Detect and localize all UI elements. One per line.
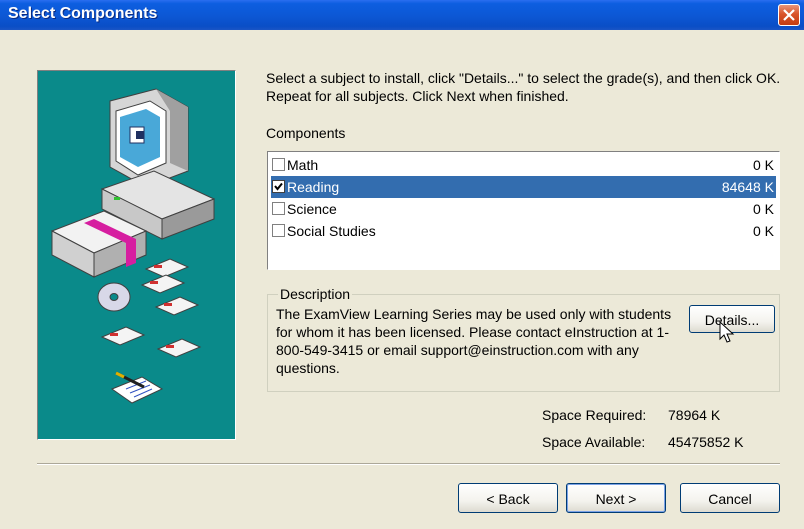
components-label: Components [266,125,346,141]
component-size: 84648 K [721,179,774,195]
installer-illustration [37,70,236,440]
description-label: Description [278,286,353,302]
component-size: 0 K [752,157,774,173]
space-available-label: Space Available: [542,434,646,450]
mouse-cursor-icon [719,321,735,343]
space-required-value: 78964 K [668,407,721,423]
list-item[interactable]: Math 0 K [271,154,776,176]
back-button[interactable]: < Back [458,483,558,513]
space-required-label: Space Required: [542,407,647,423]
checkbox[interactable] [272,202,285,215]
window-title: Select Components [8,5,158,22]
computer-illustration-icon [50,88,216,404]
component-name: Science [287,201,337,217]
close-icon [783,9,795,21]
checkmark-icon [274,182,283,191]
select-components-dialog: Select Components Select a subject to in… [0,0,804,529]
list-item[interactable]: Science 0 K [271,198,776,220]
close-button[interactable] [778,4,800,26]
description-text: The ExamView Learning Series may be used… [276,306,672,376]
title-bar[interactable]: Select Components [0,0,804,30]
checkbox[interactable] [272,180,285,193]
components-listbox[interactable]: Math 0 K Reading 84648 K Science 0 K Soc… [267,151,780,270]
component-name: Math [287,157,319,173]
cancel-button[interactable]: Cancel [680,483,780,513]
list-item[interactable]: Reading 84648 K [271,176,776,198]
checkbox[interactable] [272,158,285,171]
divider [37,463,780,465]
component-size: 0 K [752,223,774,239]
component-name: Social Studies [287,223,376,239]
component-name: Reading [287,179,340,195]
space-available-value: 45475852 K [668,434,744,450]
checkbox[interactable] [272,224,285,237]
component-size: 0 K [752,201,774,217]
list-item[interactable]: Social Studies 0 K [271,220,776,242]
instructions-text: Select a subject to install, click "Deta… [266,70,781,104]
next-button[interactable]: Next > [566,483,666,513]
